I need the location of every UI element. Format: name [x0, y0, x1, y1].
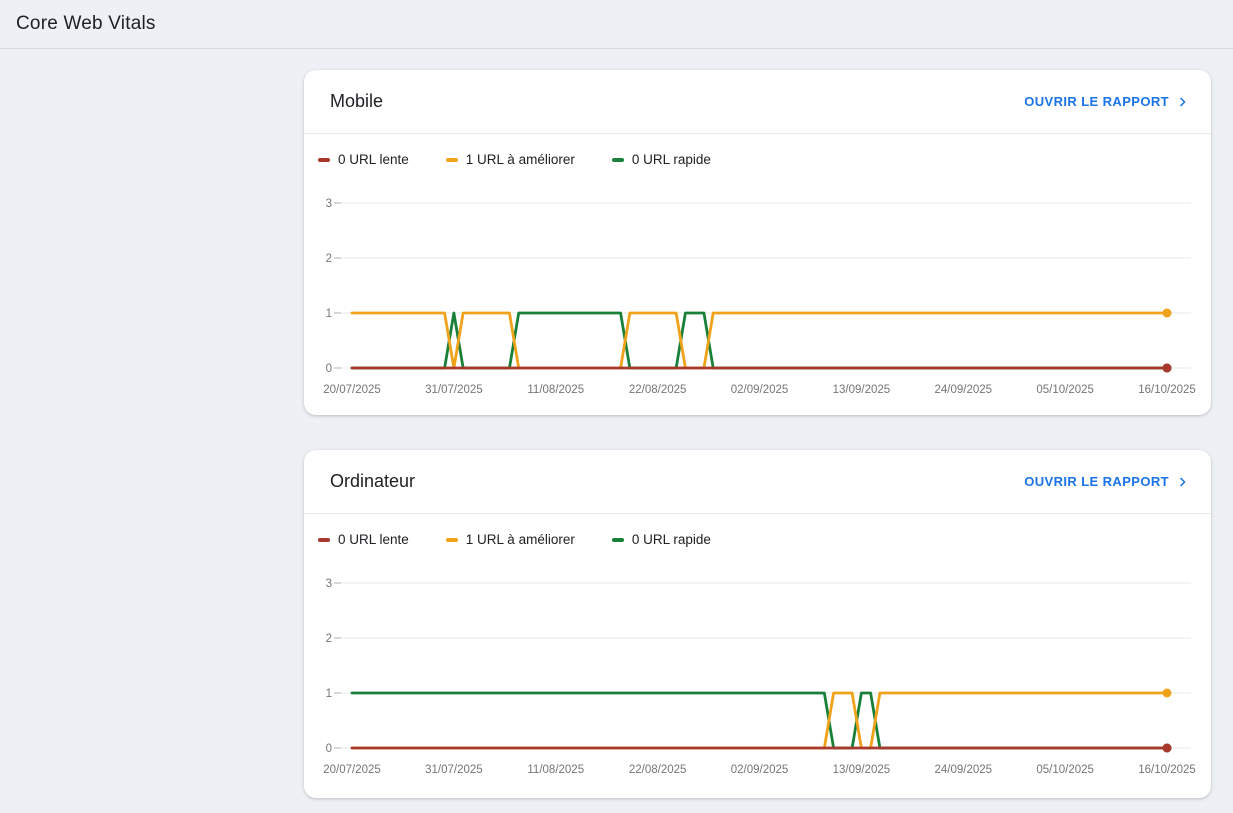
- y-tick-label: 0: [326, 743, 332, 755]
- legend-item-needs-improvement: 1 URL à améliorer: [446, 532, 575, 547]
- open-report-label: OUVRIR LE RAPPORT: [1024, 474, 1169, 489]
- y-tick-label: 3: [326, 198, 332, 210]
- slow-series-dash-icon: [318, 158, 330, 162]
- needs-improvement-series-dash-icon: [446, 538, 458, 542]
- series-line-1: [352, 313, 1167, 368]
- series-line-2: [352, 693, 1167, 748]
- legend-item-slow: 0 URL lente: [318, 532, 409, 547]
- chevron-right-icon: [1174, 473, 1192, 491]
- card-desktop-header: Ordinateur OUVRIR LE RAPPORT: [304, 450, 1211, 513]
- legend-label: 0 URL lente: [338, 532, 409, 547]
- y-tick-label: 2: [326, 633, 332, 645]
- legend-label: 0 URL lente: [338, 152, 409, 167]
- page-title: Core Web Vitals: [0, 0, 1233, 35]
- legend-label: 1 URL à améliorer: [466, 152, 575, 167]
- x-tick-label: 13/09/2025: [833, 384, 891, 396]
- cwv-chart-mobile: 0 1 2 3 20/07/2025 31/07/2025 11/08/2025 22/08/…: [320, 193, 1200, 408]
- x-tick-label: 13/09/2025: [833, 764, 891, 776]
- needs-improvement-series-dash-icon: [446, 158, 458, 162]
- y-tick-label: 0: [326, 363, 332, 375]
- y-tick-label: 1: [326, 688, 332, 700]
- card-mobile-header: Mobile OUVRIR LE RAPPORT: [304, 70, 1211, 133]
- x-tick-label: 05/10/2025: [1036, 764, 1094, 776]
- open-report-link-desktop[interactable]: OUVRIR LE RAPPORT: [1024, 473, 1192, 491]
- open-report-label: OUVRIR LE RAPPORT: [1024, 94, 1169, 109]
- series-end-dot-0: [1163, 744, 1172, 753]
- x-tick-label: 24/09/2025: [934, 384, 992, 396]
- chevron-right-icon: [1174, 93, 1192, 111]
- x-tick-label: 11/08/2025: [527, 764, 584, 776]
- legend-item-needs-improvement: 1 URL à améliorer: [446, 152, 575, 167]
- page-header: Core Web Vitals: [0, 0, 1233, 49]
- slow-series-dash-icon: [318, 538, 330, 542]
- x-tick-label: 22/08/2025: [629, 384, 687, 396]
- x-tick-label: 22/08/2025: [629, 764, 687, 776]
- legend-item-fast: 0 URL rapide: [612, 152, 711, 167]
- open-report-link-mobile[interactable]: OUVRIR LE RAPPORT: [1024, 93, 1192, 111]
- x-tick-label: 05/10/2025: [1036, 384, 1094, 396]
- card-desktop: Ordinateur OUVRIR LE RAPPORT 0 URL lente…: [304, 450, 1211, 798]
- fast-series-dash-icon: [612, 538, 624, 542]
- series-line-1: [352, 693, 1167, 748]
- x-tick-label: 02/09/2025: [731, 384, 789, 396]
- x-tick-label: 16/10/2025: [1138, 764, 1196, 776]
- legend-mobile: 0 URL lente 1 URL à améliorer 0 URL rapi…: [304, 134, 1211, 167]
- legend-label: 0 URL rapide: [632, 152, 711, 167]
- series-line-2: [352, 313, 1167, 368]
- x-tick-label: 20/07/2025: [323, 384, 381, 396]
- cwv-chart-desktop: 0 1 2 3 20/07/2025 31/07/2025 11/08/2025 22/08/…: [320, 573, 1200, 788]
- x-tick-label: 31/07/2025: [425, 764, 483, 776]
- legend-item-fast: 0 URL rapide: [612, 532, 711, 547]
- x-tick-label: 11/08/2025: [527, 384, 584, 396]
- x-tick-label: 31/07/2025: [425, 384, 483, 396]
- y-tick-label: 1: [326, 308, 332, 320]
- legend-desktop: 0 URL lente 1 URL à améliorer 0 URL rapi…: [304, 514, 1211, 547]
- fast-series-dash-icon: [612, 158, 624, 162]
- y-tick-label: 2: [326, 253, 332, 265]
- series-end-dot-1: [1163, 309, 1172, 318]
- x-tick-label: 02/09/2025: [731, 764, 789, 776]
- series-end-dot-1: [1163, 689, 1172, 698]
- series-end-dot-0: [1163, 364, 1172, 373]
- x-tick-label: 24/09/2025: [934, 764, 992, 776]
- x-tick-label: 20/07/2025: [323, 764, 381, 776]
- legend-item-slow: 0 URL lente: [318, 152, 409, 167]
- card-title-desktop: Ordinateur: [330, 471, 415, 492]
- card-mobile: Mobile OUVRIR LE RAPPORT 0 URL lente 1 U…: [304, 70, 1211, 415]
- y-tick-label: 3: [326, 578, 332, 590]
- legend-label: 0 URL rapide: [632, 532, 711, 547]
- card-title-mobile: Mobile: [330, 91, 383, 112]
- legend-label: 1 URL à améliorer: [466, 532, 575, 547]
- x-tick-label: 16/10/2025: [1138, 384, 1196, 396]
